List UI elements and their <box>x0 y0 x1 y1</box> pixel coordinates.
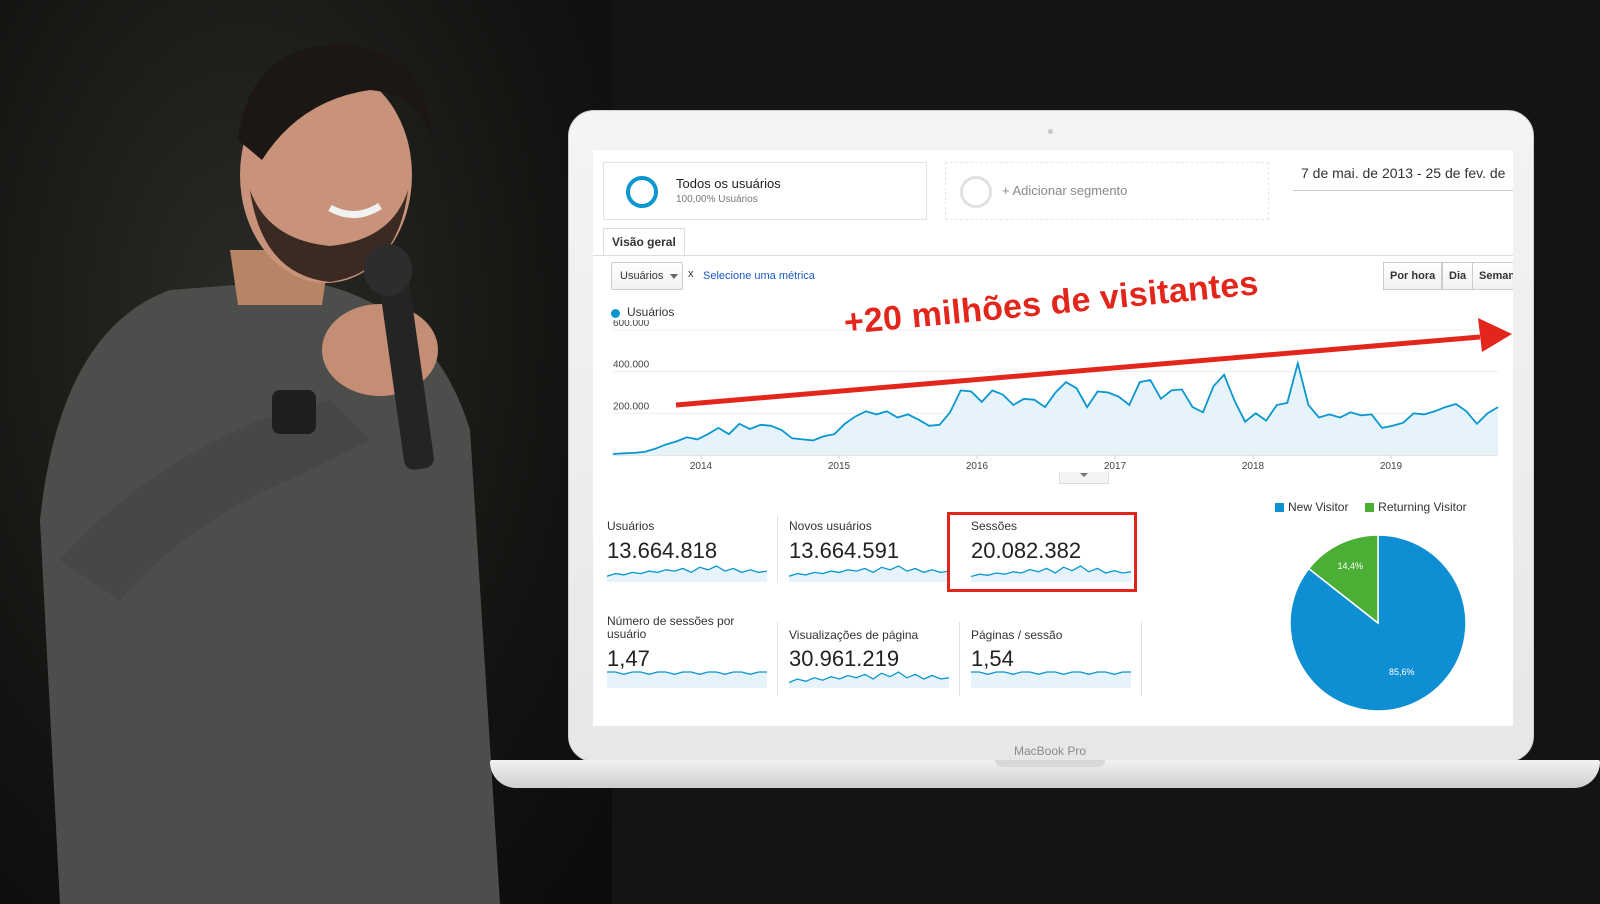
x-tick-label: 2015 <box>828 461 851 470</box>
y-tick-label: 200.000 <box>613 401 650 412</box>
kpi-label: Páginas / sessão <box>971 628 1063 642</box>
hourly-button[interactable]: Por hora <box>1383 262 1443 290</box>
kpi-sparkline <box>607 671 767 688</box>
x-tick-label: 2019 <box>1380 461 1403 470</box>
legend-label-new: New Visitor <box>1288 500 1349 514</box>
tab-overview[interactable]: Visão geral <box>603 228 685 256</box>
metric-dropdown[interactable]: Usuários <box>611 262 683 290</box>
segment-name: Todos os usuários <box>676 176 781 191</box>
sparkline-area <box>789 566 949 582</box>
date-range-picker[interactable]: 7 de mai. de 2013 - 25 de fev. de <box>1301 165 1505 181</box>
kpi-sparkline <box>971 671 1131 688</box>
series-area-usuarios <box>613 363 1498 455</box>
x-tick-label: 2017 <box>1104 461 1127 470</box>
legend-label-returning: Returning Visitor <box>1378 500 1467 514</box>
daily-button[interactable]: Dia <box>1442 262 1474 290</box>
chevron-down-icon <box>1080 473 1088 477</box>
add-segment-label: + Adicionar segmento <box>1002 183 1128 198</box>
microphone-head <box>364 244 412 296</box>
legend-label: Usuários <box>627 305 675 319</box>
kpi-label: Usuários <box>607 519 655 533</box>
kpi-divider <box>777 622 778 696</box>
legend-dot-icon <box>611 309 620 318</box>
pie-slice-label: 14,4% <box>1338 561 1364 571</box>
analytics-screen: Todos os usuários 100,00% Usuários + Adi… <box>593 150 1513 726</box>
laptop-base-notch <box>995 760 1105 767</box>
empty-segment-ring-icon <box>960 176 992 208</box>
y-tick-label: 600.000 <box>613 320 650 329</box>
laptop-brand-label: MacBook Pro <box>1013 744 1087 758</box>
kpi-divider <box>1141 622 1142 696</box>
add-segment-button[interactable]: + Adicionar segmento <box>945 162 1269 220</box>
sparkline-area <box>607 566 767 582</box>
legend-swatch-new <box>1275 503 1284 512</box>
segment-ring-icon <box>626 176 658 208</box>
kpi-value: 13.664.818 <box>607 538 718 563</box>
visitor-type-pie-chart: 85,6% 14,4% <box>1289 534 1467 712</box>
y-tick-label: 400.000 <box>613 360 650 371</box>
metric-dropdown-value: Usuários <box>620 270 664 282</box>
sparkline-area <box>607 672 767 688</box>
x-tick-label: 2014 <box>690 461 713 470</box>
kpi-divider <box>777 516 778 582</box>
kpi-sparkline <box>789 565 949 582</box>
kpi-value: 13.664.591 <box>789 538 900 563</box>
sparkline-area <box>789 672 949 688</box>
chart-expand-handle[interactable] <box>1059 472 1109 484</box>
segment-percentage: 100,00% Usuários <box>676 194 758 205</box>
x-tick-label: 2016 <box>966 461 989 470</box>
laptop-camera <box>1048 129 1053 134</box>
kpi-divider <box>959 622 960 696</box>
select-metric-link[interactable]: Selecione uma métrica <box>703 270 815 282</box>
x-tick-label: 2018 <box>1242 461 1265 470</box>
kpi-label: Novos usuários <box>789 519 872 533</box>
kpi-label: Visualizações de página <box>789 628 919 642</box>
date-range-underline <box>1293 190 1513 191</box>
weekly-button[interactable]: Semana <box>1472 262 1513 290</box>
chevron-down-icon <box>670 274 678 279</box>
pie-legend: New Visitor Returning Visitor <box>1275 500 1467 514</box>
pie-slice-label: 85,6% <box>1389 667 1415 677</box>
kpi-highlight-box <box>947 512 1137 592</box>
kpi-sparkline <box>607 565 767 582</box>
segment-all-users[interactable]: Todos os usuários 100,00% Usuários <box>603 162 927 220</box>
users-area-chart: 600.000 400.000 200.000 2014 2015 2016 2017 201… <box>612 320 1499 470</box>
kpi-sparkline <box>789 671 949 688</box>
kpi-label: Número de sessões por usuário <box>607 614 735 641</box>
watch-icon <box>272 390 316 434</box>
close-icon[interactable]: x <box>688 268 694 280</box>
sparkline-area <box>971 672 1131 688</box>
legend-swatch-returning <box>1365 503 1375 512</box>
tab-divider <box>593 255 1513 256</box>
